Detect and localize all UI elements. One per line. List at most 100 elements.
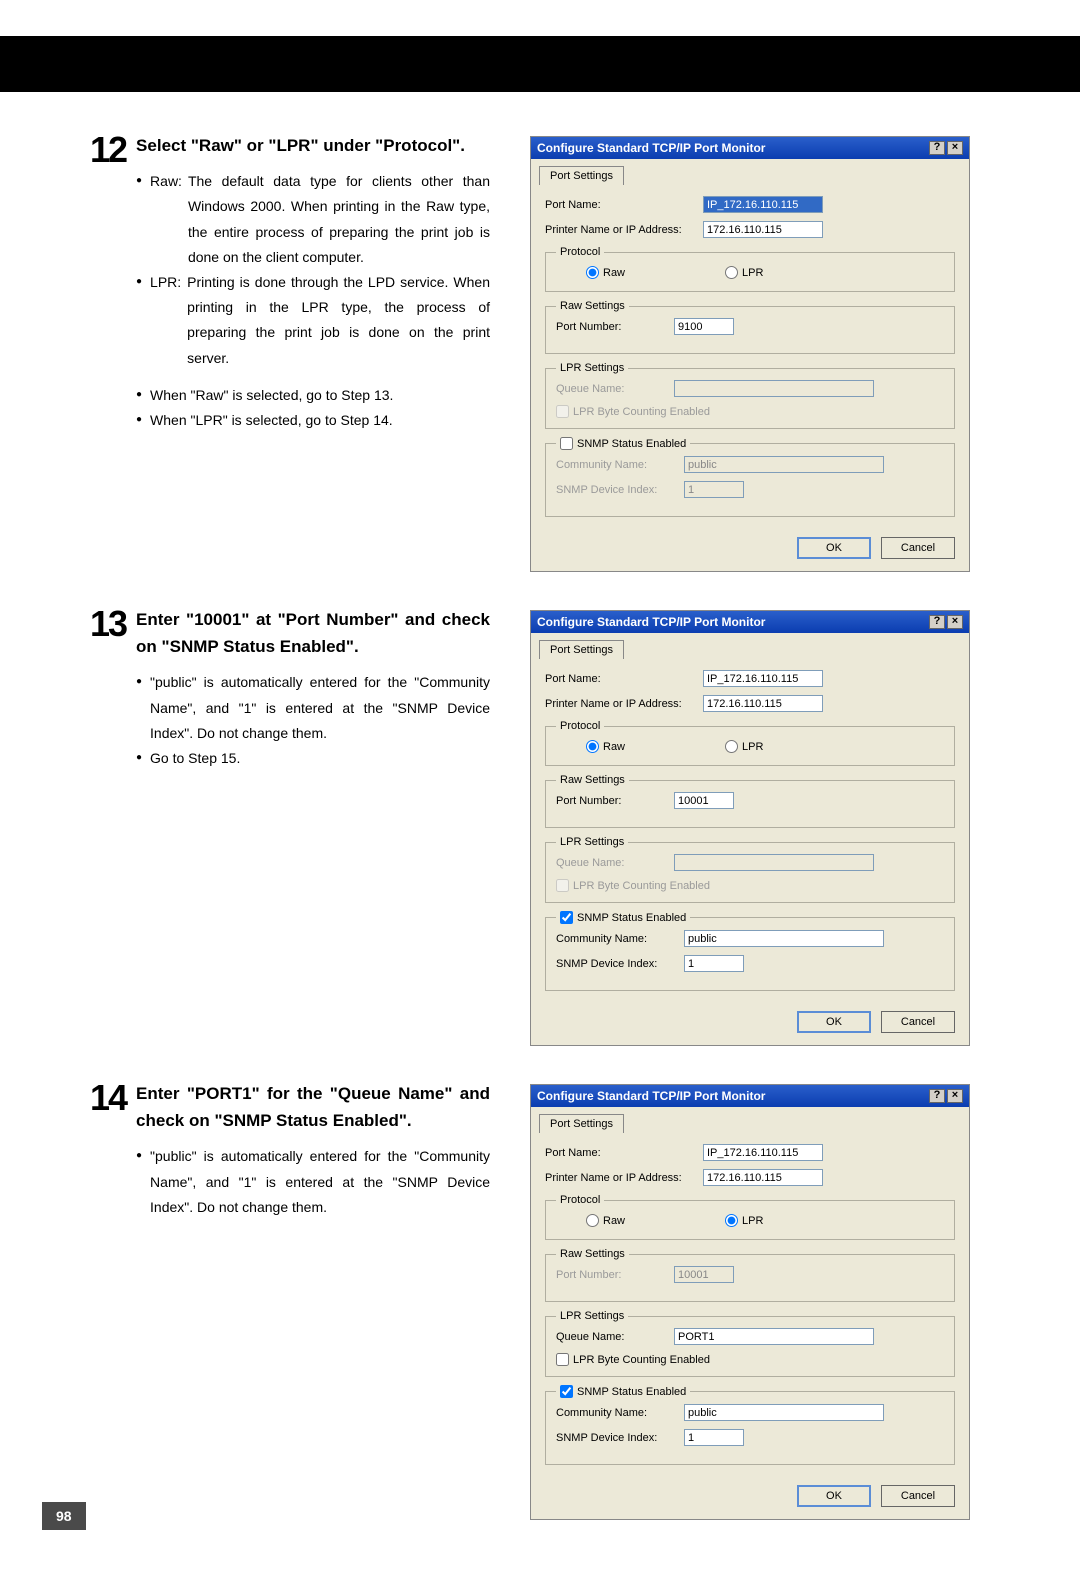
port-name-field[interactable]	[703, 670, 823, 687]
step-note: When "LPR" is selected, go to Step 14.	[136, 408, 490, 433]
checkbox-snmp[interactable]	[560, 911, 573, 924]
snmp-group: SNMP Status Enabled Community Name: SNMP…	[545, 911, 955, 991]
step-13: 13 Enter "10001" at "Port Number" and ch…	[90, 606, 1020, 1046]
ok-button[interactable]: OK	[797, 537, 871, 559]
raw-settings-group: Raw Settings Port Number:	[545, 774, 955, 828]
tab-port-settings[interactable]: Port Settings	[539, 640, 624, 659]
label-community: Community Name:	[556, 1407, 676, 1419]
label-port-name: Port Name:	[545, 673, 695, 685]
label-community: Community Name:	[556, 459, 676, 471]
dialog-port-monitor-3: Configure Standard TCP/IP Port Monitor ?…	[530, 1084, 970, 1520]
radio-lpr[interactable]: LPR	[725, 1214, 763, 1227]
step-12: 12 Select "Raw" or "LPR" under "Protocol…	[90, 132, 1020, 572]
checkbox-snmp[interactable]	[560, 1385, 573, 1398]
dialog-title: Configure Standard TCP/IP Port Monitor	[537, 141, 765, 155]
step-title: Enter "PORT1" for the "Queue Name" and c…	[136, 1080, 490, 1134]
raw-settings-legend: Raw Settings	[556, 1248, 629, 1260]
port-number-field	[674, 1266, 734, 1283]
label-port-num: Port Number:	[556, 321, 666, 333]
label-device-index: SNMP Device Index:	[556, 484, 676, 496]
label-port-name: Port Name:	[545, 199, 695, 211]
printer-field[interactable]	[703, 221, 823, 238]
protocol-legend: Protocol	[556, 720, 604, 732]
lpr-settings-group: LPR Settings Queue Name: LPR Byte Counti…	[545, 1310, 955, 1377]
community-field	[684, 456, 884, 473]
protocol-group: Protocol Raw LPR	[545, 1194, 955, 1240]
raw-settings-legend: Raw Settings	[556, 300, 629, 312]
raw-description: The default data type for clients other …	[188, 169, 490, 270]
label-port-num: Port Number:	[556, 795, 666, 807]
step-bullet: Go to Step 15.	[136, 746, 490, 771]
snmp-group: SNMP Status Enabled Community Name: SNMP…	[545, 437, 955, 517]
lpr-settings-legend: LPR Settings	[556, 1310, 628, 1322]
printer-field[interactable]	[703, 1169, 823, 1186]
label-printer: Printer Name or IP Address:	[545, 1172, 695, 1184]
community-field[interactable]	[684, 1404, 884, 1421]
snmp-legend: SNMP Status Enabled	[577, 912, 686, 924]
device-index-field[interactable]	[684, 955, 744, 972]
queue-name-field	[674, 854, 874, 871]
label-community: Community Name:	[556, 933, 676, 945]
community-field[interactable]	[684, 930, 884, 947]
lpr-settings-legend: LPR Settings	[556, 362, 628, 374]
close-icon[interactable]: ×	[947, 1089, 963, 1103]
port-name-field[interactable]	[703, 1144, 823, 1161]
snmp-legend: SNMP Status Enabled	[577, 438, 686, 450]
label-queue: Queue Name:	[556, 1331, 666, 1343]
step-title: Select "Raw" or "LPR" under "Protocol".	[136, 132, 490, 159]
step-14: 14 Enter "PORT1" for the "Queue Name" an…	[90, 1080, 1020, 1520]
close-icon[interactable]: ×	[947, 615, 963, 629]
snmp-legend: SNMP Status Enabled	[577, 1386, 686, 1398]
raw-settings-group: Raw Settings Port Number:	[545, 1248, 955, 1302]
printer-field[interactable]	[703, 695, 823, 712]
checkbox-snmp[interactable]	[560, 437, 573, 450]
help-icon[interactable]: ?	[929, 615, 945, 629]
lpr-description: Printing is done through the LPD service…	[187, 270, 490, 371]
radio-lpr[interactable]: LPR	[725, 266, 763, 279]
label-queue: Queue Name:	[556, 857, 666, 869]
protocol-group: Protocol Raw LPR	[545, 246, 955, 292]
step-bullet: "public" is automatically entered for th…	[136, 670, 490, 746]
checkbox-byte-counting[interactable]: LPR Byte Counting Enabled	[556, 1353, 944, 1366]
radio-raw[interactable]: Raw	[586, 740, 625, 753]
cancel-button[interactable]: Cancel	[881, 1485, 955, 1507]
step-bullet: "public" is automatically entered for th…	[136, 1144, 490, 1220]
label-port-name: Port Name:	[545, 1147, 695, 1159]
label-printer: Printer Name or IP Address:	[545, 698, 695, 710]
help-icon[interactable]: ?	[929, 1089, 945, 1103]
protocol-group: Protocol Raw LPR	[545, 720, 955, 766]
step-number: 12	[90, 132, 126, 433]
dialog-port-monitor-1: Configure Standard TCP/IP Port Monitor ?…	[530, 136, 970, 572]
page-header-bar	[0, 0, 1080, 92]
device-index-field[interactable]	[684, 1429, 744, 1446]
queue-name-field	[674, 380, 874, 397]
radio-raw[interactable]: Raw	[586, 266, 625, 279]
queue-name-field[interactable]	[674, 1328, 874, 1345]
radio-lpr[interactable]: LPR	[725, 740, 763, 753]
cancel-button[interactable]: Cancel	[881, 1011, 955, 1033]
ok-button[interactable]: OK	[797, 1011, 871, 1033]
protocol-legend: Protocol	[556, 1194, 604, 1206]
raw-term: Raw:	[150, 169, 182, 270]
checkbox-byte-counting: LPR Byte Counting Enabled	[556, 879, 944, 892]
ok-button[interactable]: OK	[797, 1485, 871, 1507]
dialog-port-monitor-2: Configure Standard TCP/IP Port Monitor ?…	[530, 610, 970, 1046]
lpr-term: LPR:	[150, 270, 181, 371]
radio-raw[interactable]: Raw	[586, 1214, 625, 1227]
port-number-field[interactable]	[674, 792, 734, 809]
cancel-button[interactable]: Cancel	[881, 537, 955, 559]
step-note: When "Raw" is selected, go to Step 13.	[136, 383, 490, 408]
dialog-title: Configure Standard TCP/IP Port Monitor	[537, 1089, 765, 1103]
checkbox-byte-counting: LPR Byte Counting Enabled	[556, 405, 944, 418]
lpr-settings-legend: LPR Settings	[556, 836, 628, 848]
help-icon[interactable]: ?	[929, 141, 945, 155]
dialog-title: Configure Standard TCP/IP Port Monitor	[537, 615, 765, 629]
step-title: Enter "10001" at "Port Number" and check…	[136, 606, 490, 660]
close-icon[interactable]: ×	[947, 141, 963, 155]
port-name-field[interactable]	[703, 196, 823, 213]
step-number: 13	[90, 606, 126, 771]
step-number: 14	[90, 1080, 126, 1220]
port-number-field[interactable]	[674, 318, 734, 335]
tab-port-settings[interactable]: Port Settings	[539, 1114, 624, 1133]
tab-port-settings[interactable]: Port Settings	[539, 166, 624, 185]
